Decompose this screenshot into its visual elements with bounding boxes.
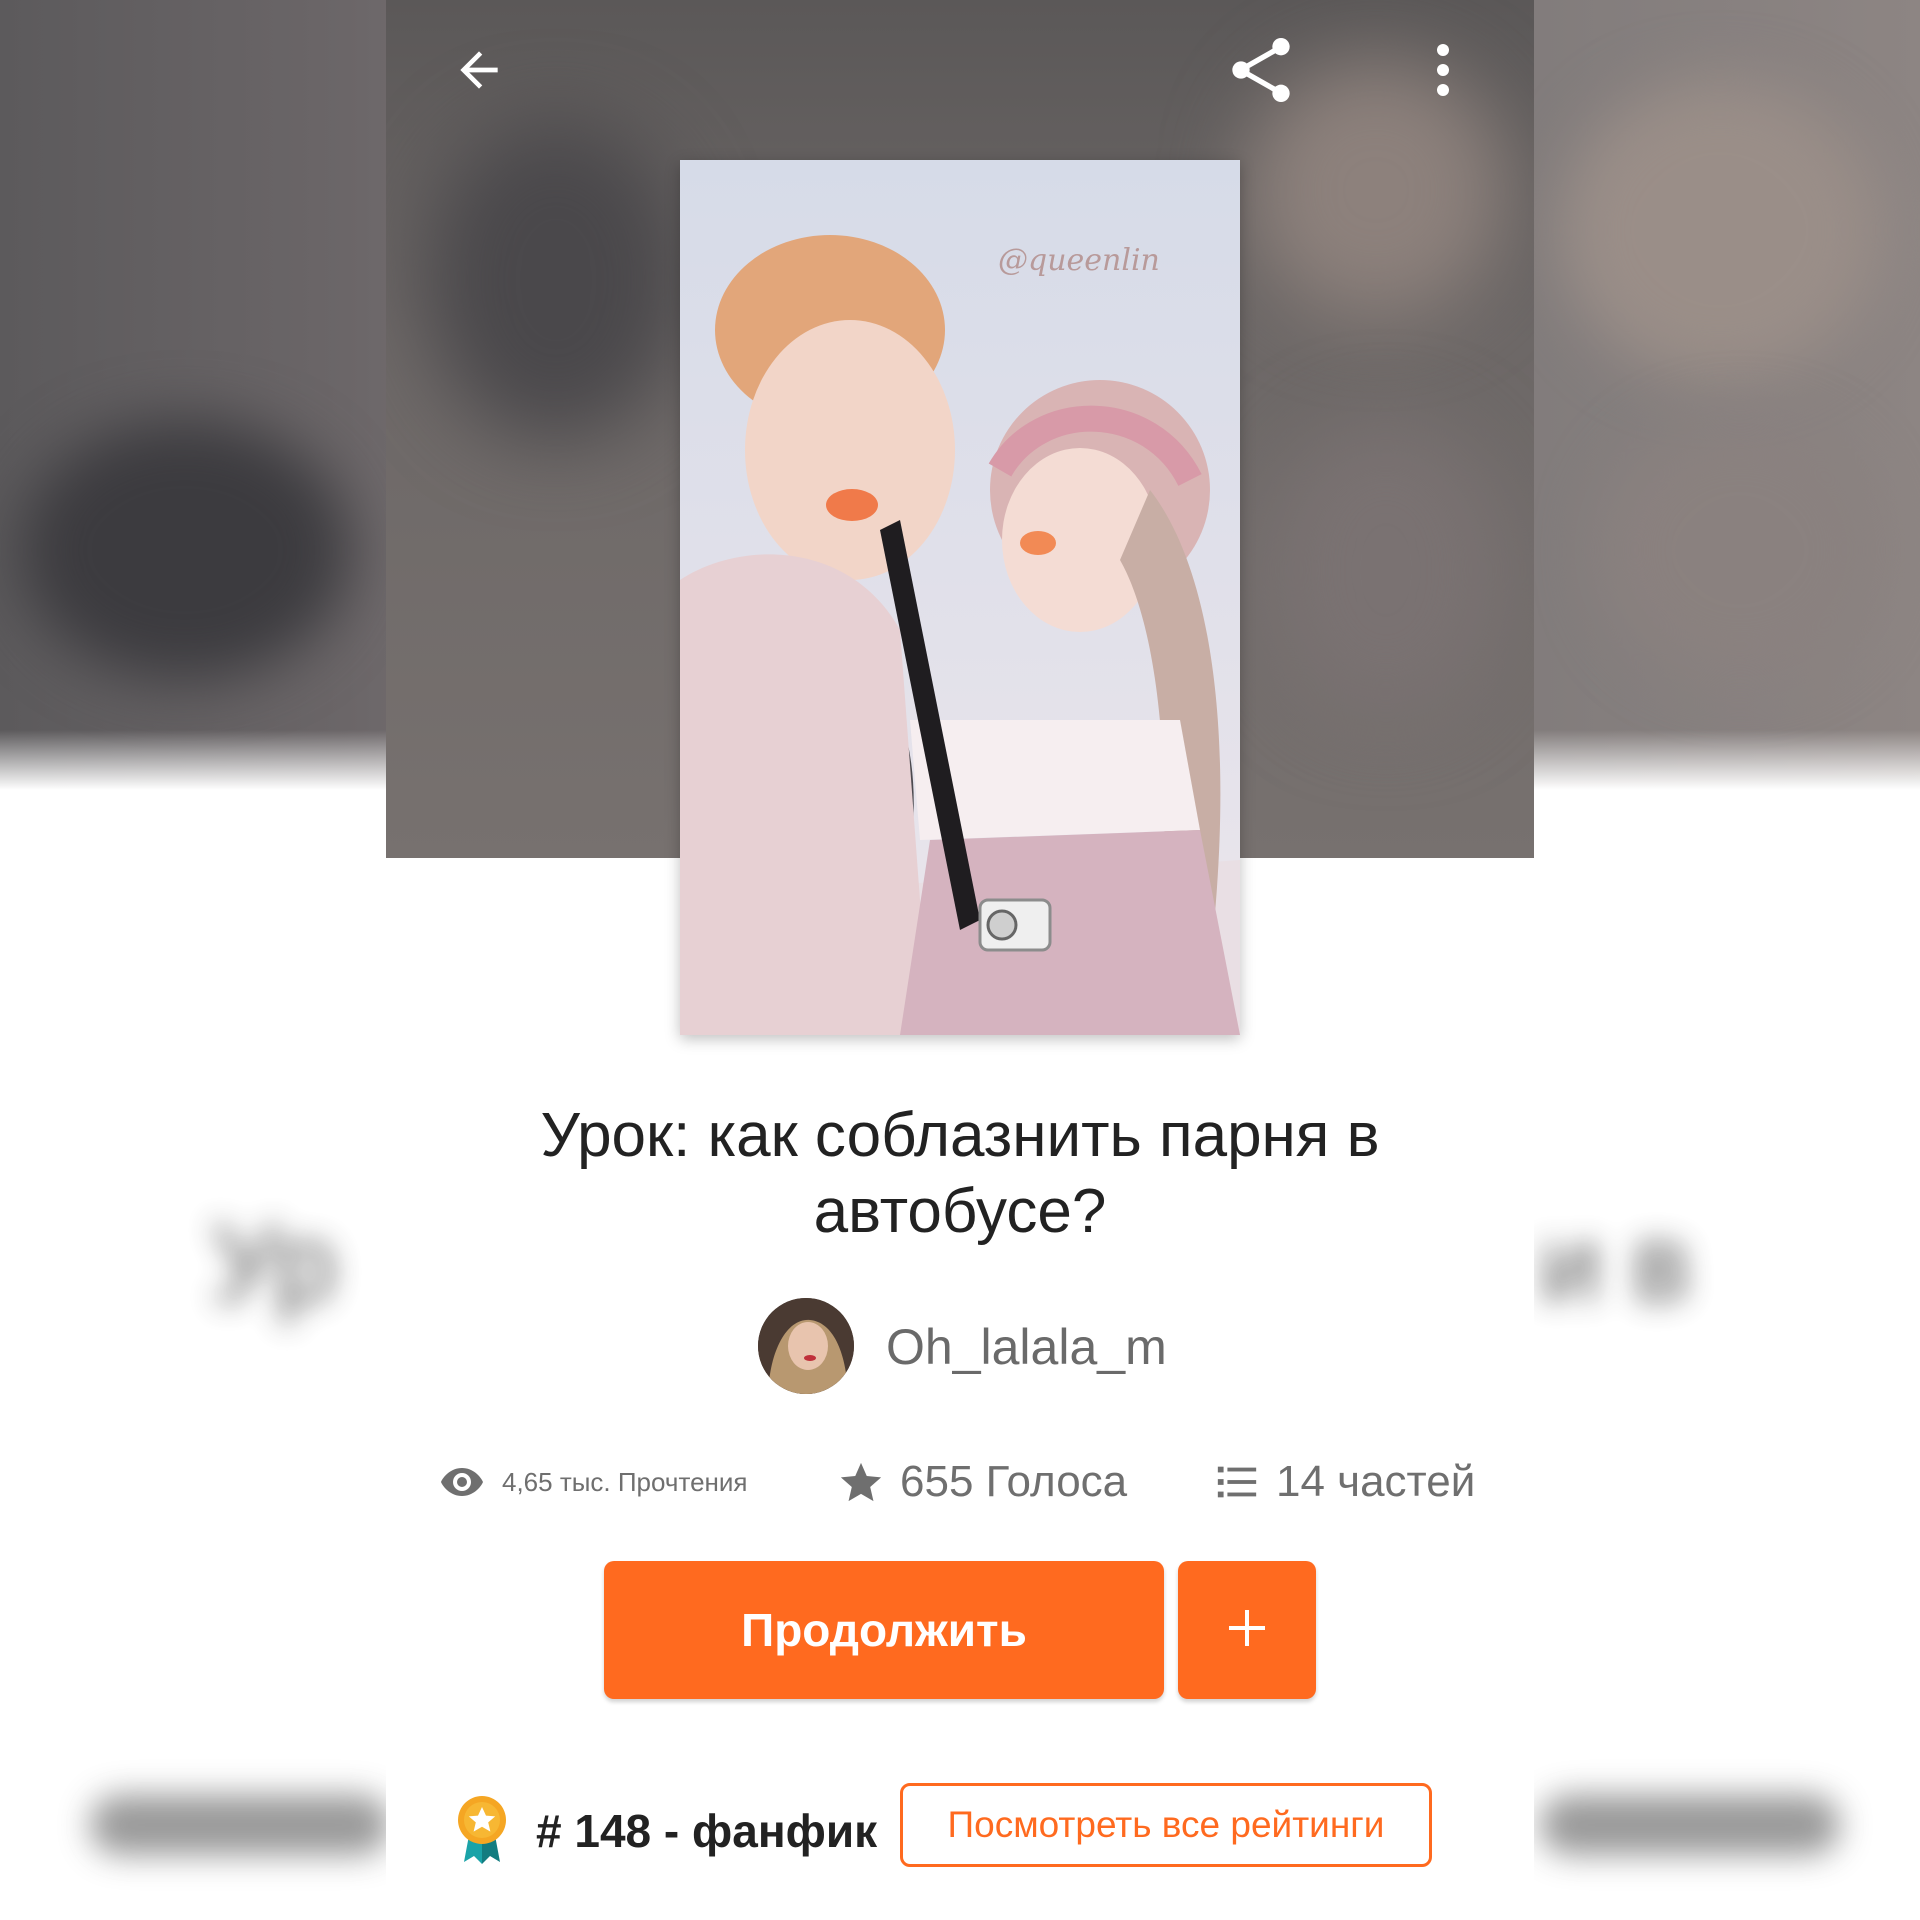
more-vertical-icon — [1428, 40, 1458, 105]
author-name[interactable]: Oh_lalala_m — [886, 1318, 1167, 1376]
eye-icon — [438, 1458, 486, 1506]
author-avatar[interactable] — [758, 1298, 854, 1394]
blurred-title-echo-right: и в — [1540, 1202, 1691, 1325]
add-to-library-button[interactable] — [1178, 1561, 1316, 1699]
view-all-rankings-label: Посмотреть все рейтинги — [947, 1804, 1385, 1845]
stat-parts-text: 14 частей — [1276, 1457, 1476, 1506]
stat-votes: 655 Голоса — [838, 1452, 1127, 1512]
cover-illustration: @queenlin — [680, 160, 1240, 1035]
award-medal-icon — [450, 1794, 514, 1871]
blurred-stats-echo-right — [1540, 1795, 1840, 1855]
share-icon — [1221, 30, 1301, 115]
story-details-screen: @queenlin Урок: как соблазнить парня в а… — [386, 0, 1534, 1920]
view-all-rankings-button[interactable]: Посмотреть все рейтинги — [900, 1783, 1432, 1867]
arrow-left-icon — [451, 42, 507, 103]
author-row: Oh_lalala_m — [386, 1298, 1534, 1396]
stat-votes-text: 655 Голоса — [900, 1457, 1128, 1506]
blurred-title-echo-left: Ур — [210, 1202, 337, 1325]
stat-parts: 14 частей — [1214, 1452, 1475, 1512]
continue-reading-label: Продолжить — [741, 1604, 1027, 1656]
story-cover-image[interactable]: @queenlin — [680, 160, 1240, 1035]
continue-reading-button[interactable]: Продолжить — [604, 1561, 1164, 1699]
back-button[interactable] — [434, 27, 524, 117]
story-title: Урок: как соблазнить парня в автобусе? — [540, 1101, 1380, 1246]
more-options-button[interactable] — [1398, 27, 1488, 117]
share-button[interactable] — [1216, 27, 1306, 117]
blurred-stats-echo-left — [90, 1795, 390, 1855]
stat-reads-text: 4,65 тыс. Прочтения — [502, 1466, 748, 1497]
ranking-text: # 148 - фанфик — [536, 1805, 878, 1857]
stat-reads: 4,65 тыс. Прочтения — [438, 1452, 748, 1512]
ranking-row: # 148 - фанфик Посмотреть все рейтинги — [386, 1780, 1534, 1876]
star-icon — [838, 1459, 884, 1505]
list-icon — [1214, 1459, 1260, 1505]
cover-watermark: @queenlin — [998, 243, 1160, 278]
plus-icon — [1223, 1604, 1271, 1657]
